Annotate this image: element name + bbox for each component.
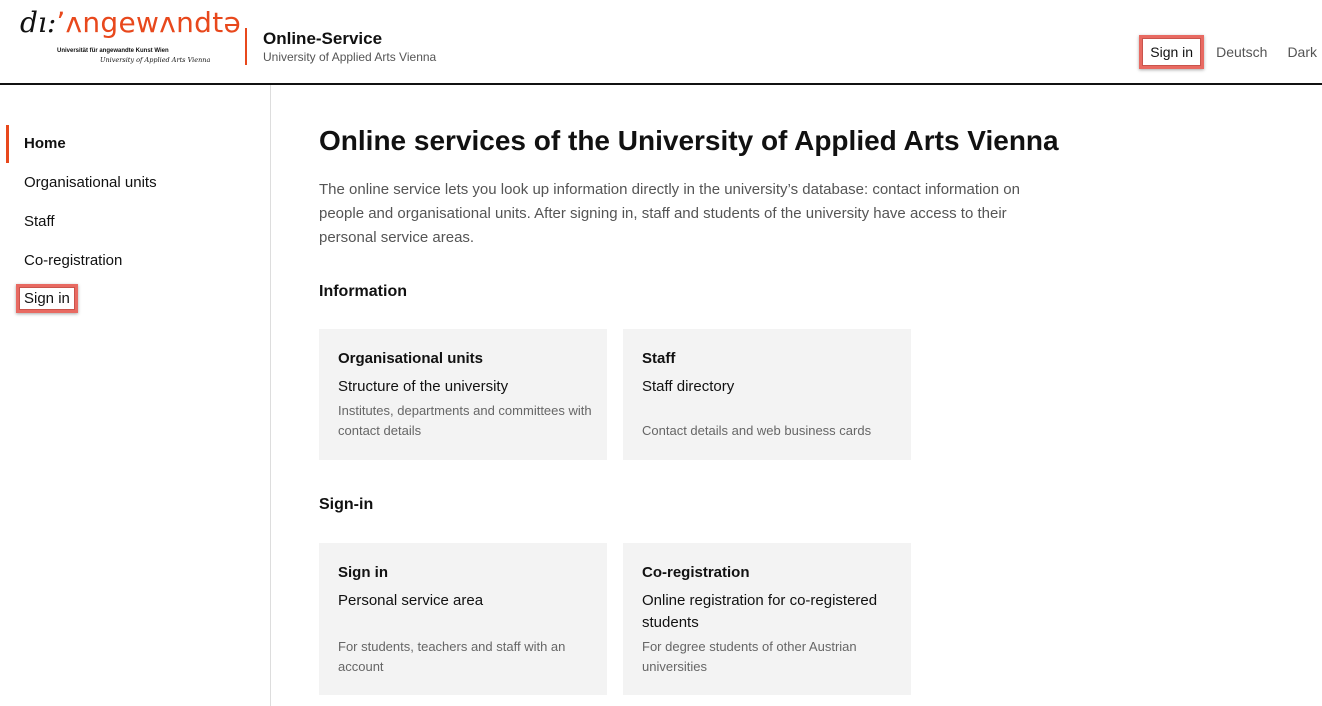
logo-subtitle-english: University of Applied Arts Vienna	[100, 56, 211, 64]
active-indicator	[6, 125, 9, 163]
card-description: Contact details and web business cards	[642, 423, 872, 438]
header-sign-in-button[interactable]: Sign in	[1139, 35, 1205, 69]
university-logo[interactable]: dı:ʼʌngewʌndtə Universität für angewandt…	[20, 6, 241, 68]
card-subtitle: Online registration for co-registered st…	[642, 592, 878, 631]
site-title[interactable]: Online-Service	[263, 29, 382, 49]
site-subtitle: University of Applied Arts Vienna	[263, 50, 437, 64]
card-description: Institutes, departments and committees w…	[338, 403, 592, 438]
header-divider	[245, 28, 247, 65]
card-description: For degree students of other Austrian un…	[642, 639, 857, 674]
section-heading-sign-in: Sign-in	[319, 496, 374, 513]
top-nav: Sign in Deutsch Dark	[1139, 34, 1322, 70]
page-title: Online services of the University of App…	[319, 125, 1059, 156]
card-title: Sign in	[338, 564, 388, 581]
card-sign-in[interactable]: Sign in Personal service area For studen…	[319, 543, 607, 695]
sidebar-nav: Home Organisational units Staff Co-regis…	[0, 85, 271, 706]
card-organisational-units[interactable]: Organisational units Structure of the un…	[319, 329, 607, 460]
card-title: Co-registration	[642, 564, 750, 581]
sidebar-item-staff[interactable]: Staff	[24, 213, 55, 230]
sidebar-item-co-registration[interactable]: Co-registration	[24, 252, 122, 269]
sidebar-item-home[interactable]: Home	[24, 135, 66, 152]
intro-text: The online service lets you look up info…	[319, 181, 1020, 246]
card-subtitle: Personal service area	[338, 592, 484, 609]
card-title: Staff	[642, 350, 676, 367]
section-heading-information: Information	[319, 283, 407, 300]
logo-prefix: dı:	[20, 6, 57, 39]
card-description: For students, teachers and staff with an…	[338, 639, 566, 674]
logo-name: ʼʌngewʌndtə	[56, 6, 242, 39]
card-staff[interactable]: Staff Staff directory Contact details an…	[623, 329, 911, 460]
card-subtitle: Structure of the university	[338, 378, 509, 395]
sidebar-item-organisational-units[interactable]: Organisational units	[24, 174, 157, 191]
logo-wordmark: dı:ʼʌngewʌndtə	[20, 6, 241, 40]
site-header: dı:ʼʌngewʌndtə Universität für angewandt…	[0, 0, 1322, 85]
dark-mode-toggle[interactable]: Dark	[1287, 44, 1317, 60]
card-subtitle: Staff directory	[642, 378, 735, 395]
logo-subtitle-german: Universität für angewandte Kunst Wien	[57, 48, 169, 54]
card-title: Organisational units	[338, 350, 484, 367]
language-switch-link[interactable]: Deutsch	[1216, 44, 1267, 60]
card-co-registration[interactable]: Co-registration Online registration for …	[623, 543, 911, 695]
sidebar-item-sign-in[interactable]: Sign in	[16, 284, 78, 313]
